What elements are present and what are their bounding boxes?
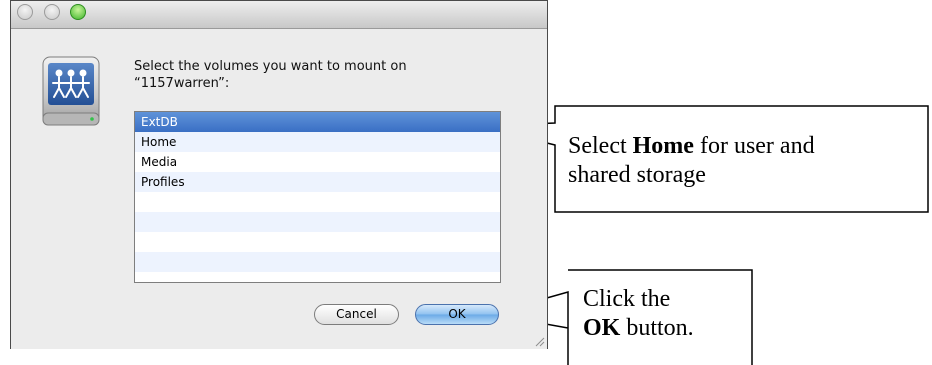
- close-window-button[interactable]: [17, 4, 33, 20]
- volume-item-extdb[interactable]: ExtDB: [135, 112, 500, 132]
- empty-list-row: [135, 192, 500, 212]
- empty-list-row: [135, 212, 500, 232]
- callout-ok-text: Click the OK button.: [583, 285, 763, 343]
- cancel-button[interactable]: Cancel: [314, 304, 399, 325]
- callout-home-text: Select Home for user and shared storage: [568, 132, 928, 190]
- mount-prompt: Select the volumes you want to mount on …: [134, 58, 514, 92]
- network-drive-icon: [42, 56, 100, 126]
- empty-list-row: [135, 252, 500, 272]
- zoom-window-button[interactable]: [70, 4, 86, 20]
- dialog-content: Select the volumes you want to mount on …: [11, 29, 547, 349]
- callout-home-line2: shared storage: [568, 162, 706, 188]
- callout-ok-suffix: button.: [620, 315, 694, 341]
- callout-ok-line1: Click the: [583, 286, 671, 312]
- minimize-window-button[interactable]: [44, 4, 60, 20]
- volume-item-profiles[interactable]: Profiles: [135, 172, 500, 192]
- title-bar[interactable]: [11, 1, 547, 29]
- server-name: “1157warren”:: [134, 76, 230, 91]
- mount-volumes-dialog: Select the volumes you want to mount on …: [10, 0, 548, 349]
- callout-home-suffix: for user and: [693, 133, 815, 159]
- volume-item-media[interactable]: Media: [135, 152, 500, 172]
- mount-prompt-line1: Select the volumes you want to mount on: [134, 59, 407, 74]
- empty-list-row: [135, 272, 500, 282]
- callout-home-bold: Home: [632, 133, 694, 159]
- volume-item-home[interactable]: Home: [135, 132, 500, 152]
- ok-button[interactable]: OK: [415, 304, 499, 325]
- callout-home-prefix: Select: [568, 133, 633, 159]
- callout-ok-bold: OK: [583, 315, 621, 341]
- volumes-list[interactable]: ExtDB Home Media Profiles: [134, 111, 501, 283]
- empty-list-row: [135, 232, 500, 252]
- resize-grip-icon[interactable]: [533, 335, 545, 347]
